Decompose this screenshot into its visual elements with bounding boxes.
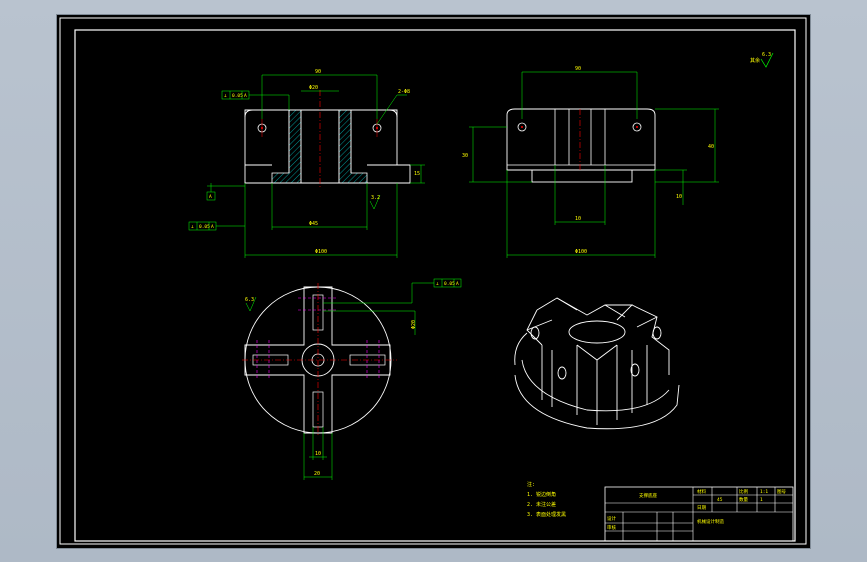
svg-text:设计: 设计: [607, 515, 616, 522]
svg-text:Φ20: Φ20: [411, 320, 417, 329]
svg-text:Φ20: Φ20: [309, 85, 318, 91]
svg-text:1:1: 1:1: [760, 489, 768, 495]
svg-text:3.2: 3.2: [371, 195, 380, 201]
svg-text:A: A: [209, 194, 212, 200]
svg-text:10: 10: [676, 194, 682, 200]
svg-text:日期: 日期: [697, 505, 706, 511]
svg-text:⊥: ⊥: [436, 282, 439, 287]
front-gdt-top: ⊥ 0.05 A: [221, 90, 290, 110]
svg-text:图号: 图号: [777, 489, 786, 495]
outer-frame: [59, 17, 807, 545]
front-body-outline: [244, 109, 411, 184]
front-gdt-bottom: ⊥ 0.05 A: [188, 221, 245, 231]
svg-text:⊥: ⊥: [224, 94, 227, 99]
side-view: 90 40 30 10 Φ100 10: [462, 66, 719, 258]
svg-text:0.05: 0.05: [444, 281, 455, 287]
svg-text:0.05: 0.05: [199, 224, 210, 230]
section-right: [338, 109, 368, 184]
svg-text:90: 90: [315, 69, 321, 75]
svg-text:3. 表面处理发黑: 3. 表面处理发黑: [527, 511, 566, 518]
svg-text:2. 未注公差: 2. 未注公差: [527, 501, 556, 508]
svg-text:数量: 数量: [739, 496, 748, 503]
front-view: 90 Φ20 Φ45 Φ100 15 ⊥ 0.05 A ⊥ 0.05 A A 2…: [188, 69, 425, 258]
svg-text:比例: 比例: [739, 488, 748, 495]
svg-text:10: 10: [575, 216, 581, 222]
svg-text:A: A: [456, 281, 459, 287]
svg-text:6.3: 6.3: [245, 297, 254, 303]
svg-text:40: 40: [708, 144, 714, 150]
svg-text:0.05: 0.05: [232, 93, 243, 99]
isometric-view: [514, 297, 680, 430]
svg-text:45: 45: [717, 497, 723, 503]
cad-viewport[interactable]: 其余 6.3 90 Φ20 Φ45 Φ100 15 ⊥ 0.05 A ⊥ 0.0…: [57, 15, 810, 548]
svg-text:A: A: [244, 93, 247, 99]
top-gdt: ⊥ 0.05 A: [323, 278, 462, 304]
svg-text:材料: 材料: [697, 488, 706, 495]
svg-text:Φ45: Φ45: [309, 221, 318, 227]
technical-notes: 注: 1. 锐边倒角 2. 未注公差 3. 表面处理发黑: [527, 481, 566, 518]
svg-text:A: A: [211, 224, 214, 230]
svg-text:其余: 其余: [750, 57, 760, 64]
inner-frame: [74, 29, 796, 542]
engineering-drawing: 其余 6.3 90 Φ20 Φ45 Φ100 15 ⊥ 0.05 A ⊥ 0.0…: [59, 17, 807, 545]
svg-text:30: 30: [462, 153, 468, 159]
svg-text:1: 1: [760, 497, 763, 503]
top-view: ⊥ 0.05 A Φ20 10 20 6.3: [242, 278, 462, 480]
svg-text:15: 15: [414, 171, 420, 177]
svg-text:审核: 审核: [607, 524, 616, 531]
datum-a: A: [206, 183, 245, 201]
svg-text:注:: 注:: [527, 481, 535, 488]
svg-text:⊥: ⊥: [191, 225, 194, 230]
roughness-note: 其余 6.3: [750, 52, 774, 68]
svg-text:10: 10: [315, 451, 321, 457]
svg-text:1. 锐边倒角: 1. 锐边倒角: [527, 491, 556, 498]
svg-text:机械设计制造: 机械设计制造: [697, 518, 724, 525]
svg-text:Φ100: Φ100: [315, 249, 327, 255]
svg-text:90: 90: [575, 66, 581, 72]
svg-text:20: 20: [314, 471, 320, 477]
svg-text:6.3: 6.3: [762, 52, 771, 58]
title-block: 支撑底座 材料 45 比例 1:1 数量 1 图号 日期 设计 审核 机械设计制…: [604, 486, 794, 542]
side-body-outline: [506, 108, 656, 171]
svg-text:Φ100: Φ100: [575, 249, 587, 255]
section-left: [271, 109, 302, 184]
svg-text:支撑底座: 支撑底座: [639, 492, 657, 499]
svg-text:2-Φ8: 2-Φ8: [398, 89, 410, 95]
